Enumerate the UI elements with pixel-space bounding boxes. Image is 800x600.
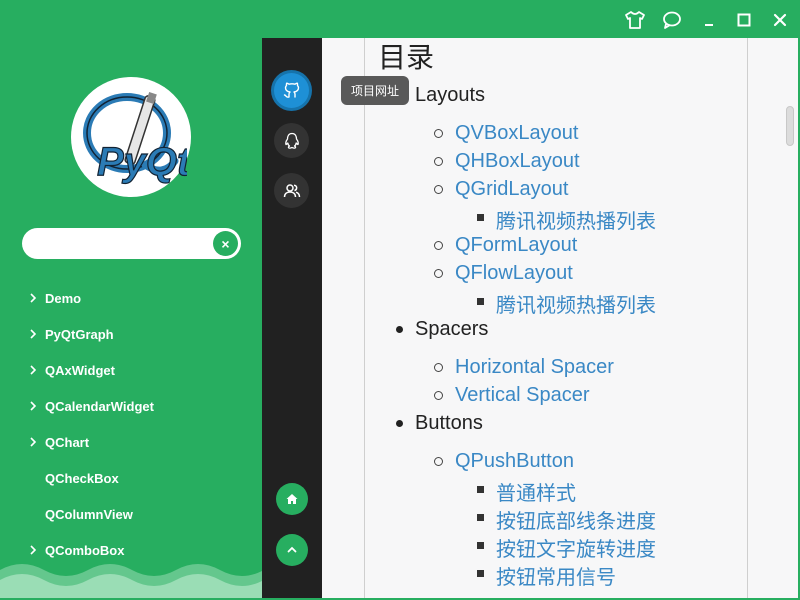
sidebar-item-qcalendarwidget[interactable]: QCalendarWidget — [0, 388, 262, 424]
minimize-icon[interactable] — [696, 7, 722, 33]
github-icon — [283, 82, 299, 98]
sidebar-item-qchart[interactable]: QChart — [0, 424, 262, 460]
toc-link[interactable]: QPushButton — [455, 450, 574, 473]
sidebar-item-label: QCheckBox — [45, 470, 119, 486]
sidebar-item-label: QColumnView — [45, 506, 133, 522]
tooltip: 项目网址 — [341, 76, 409, 105]
chevron-right-icon — [26, 365, 40, 375]
toc-link[interactable]: Horizontal Spacer — [455, 356, 614, 379]
sidebar: PyQt × Demo PyQtGraph QAxWidget QCalenda… — [0, 38, 262, 598]
logo-text: PyQt — [97, 140, 187, 184]
chevron-right-icon — [26, 329, 40, 339]
sidebar-item-label: QCalendarWidget — [45, 398, 154, 414]
toc-link[interactable]: 按钮底部线条进度 — [496, 505, 656, 534]
toc-link[interactable]: 按钮常用信号 — [496, 561, 616, 590]
sidebar-item-pyqtgraph[interactable]: PyQtGraph — [0, 316, 262, 352]
main-window: PyQt × Demo PyQtGraph QAxWidget QCalenda… — [0, 0, 800, 600]
chevron-up-icon — [287, 546, 297, 553]
toc-link[interactable]: QFormLayout — [455, 234, 577, 257]
close-icon[interactable] — [767, 7, 793, 33]
toc-link[interactable]: QHBoxLayout — [455, 150, 580, 173]
pyqt-logo-graphic: PyQt — [83, 91, 187, 185]
group-button[interactable] — [274, 173, 309, 208]
sidebar-item-qaxwidget[interactable]: QAxWidget — [0, 352, 262, 388]
clear-search-button[interactable]: × — [213, 231, 238, 256]
search-input[interactable] — [32, 228, 216, 261]
back-to-top-button[interactable] — [276, 534, 308, 566]
sidebar-item-qcheckbox[interactable]: QCheckBox — [0, 460, 262, 496]
toc-link[interactable]: QGridLayout — [455, 178, 568, 201]
toc-link[interactable]: 按钮文字旋转进度 — [496, 533, 656, 562]
skin-icon[interactable] — [622, 7, 648, 33]
decorative-waves — [0, 564, 262, 598]
sidebar-item-qcolumnview[interactable]: QColumnView — [0, 496, 262, 532]
toc-link[interactable]: 腾讯视频热播列表 — [496, 289, 656, 318]
icon-bar — [262, 38, 322, 598]
qq-icon — [284, 132, 299, 149]
group-icon — [283, 183, 300, 197]
sidebar-tree: Demo PyQtGraph QAxWidget QCalendarWidget… — [0, 280, 262, 568]
vertical-scrollbar[interactable] — [786, 106, 794, 146]
chevron-right-icon — [26, 401, 40, 411]
chevron-right-icon — [26, 293, 40, 303]
document-view[interactable]: 目录 Layouts QVBoxLayout QHBoxLayout QGrid… — [322, 38, 798, 598]
sidebar-item-demo[interactable]: Demo — [0, 280, 262, 316]
maximize-icon[interactable] — [731, 7, 757, 33]
pyqt-logo: PyQt — [71, 77, 191, 197]
toc-item[interactable]: Spacers — [415, 318, 488, 341]
toc-item[interactable]: Layouts — [415, 84, 485, 107]
toc-link[interactable]: 腾讯视频热播列表 — [496, 205, 656, 234]
home-button[interactable] — [276, 483, 308, 515]
chevron-right-icon — [26, 437, 40, 447]
clear-icon: × — [221, 235, 230, 252]
github-button[interactable] — [274, 73, 309, 108]
sidebar-item-label: Demo — [45, 290, 82, 306]
toc-item[interactable]: Buttons — [415, 412, 483, 435]
toc-link[interactable]: QVBoxLayout — [455, 122, 578, 145]
title-bar — [0, 0, 800, 38]
toc-title: 目录 — [378, 43, 435, 74]
feedback-icon[interactable] — [659, 7, 685, 33]
search-box: × — [22, 228, 241, 261]
sidebar-item-label: QAxWidget — [45, 362, 115, 378]
toc-link[interactable]: Vertical Spacer — [455, 384, 590, 407]
qq-button[interactable] — [274, 123, 309, 158]
toc-link[interactable]: QFlowLayout — [455, 262, 573, 285]
toc-link[interactable]: 普通样式 — [496, 477, 576, 506]
sidebar-item-label: PyQtGraph — [45, 326, 114, 342]
home-icon — [286, 494, 298, 504]
sidebar-item-label: QChart — [45, 434, 90, 450]
